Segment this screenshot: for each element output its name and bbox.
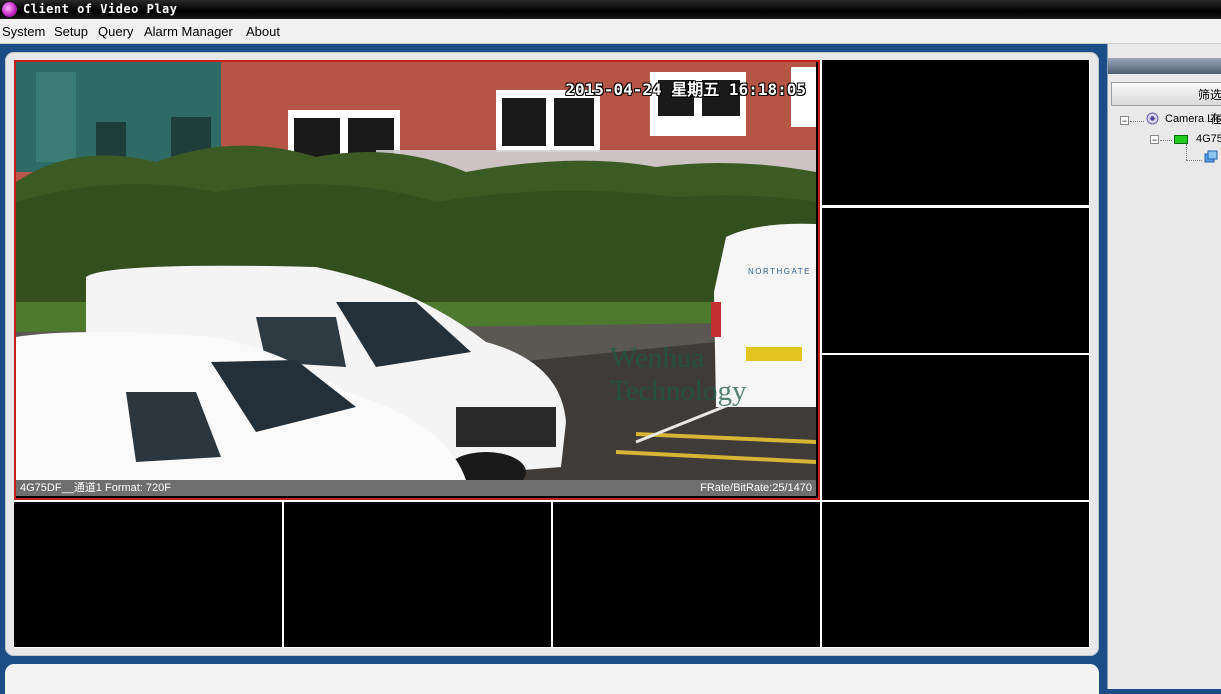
video-cell-7[interactable] — [553, 502, 820, 647]
window-title: Client of Video Play — [23, 2, 178, 16]
camera-scene: NORTHGATE — [16, 62, 816, 480]
bottom-panel — [5, 664, 1099, 694]
device-sidebar: 筛选在 − Camera List − 4G75 — [1107, 44, 1221, 689]
video-cell-3[interactable] — [822, 208, 1089, 353]
device-online-icon — [1174, 135, 1188, 144]
menu-bar: System Setup Query Alarm Manager About — [0, 19, 1221, 44]
camera-feed[interactable]: NORTHGATE 2015-04-24 星期五 16:18:05 Wenhua… — [16, 62, 816, 480]
tree-connector — [1186, 144, 1187, 160]
title-bar: Client of Video Play — [0, 0, 1221, 19]
menu-about[interactable]: About — [246, 24, 280, 39]
menu-system[interactable]: System — [2, 24, 45, 39]
camera-list-icon — [1146, 112, 1159, 125]
tree-collapse-root[interactable]: − — [1120, 116, 1129, 126]
video-cell-6[interactable] — [284, 502, 551, 647]
tree-collapse-device[interactable]: − — [1150, 135, 1159, 145]
filter-button[interactable]: 筛选在 — [1111, 82, 1221, 126]
video-cell-5[interactable] — [14, 502, 282, 647]
sidebar-header — [1108, 58, 1221, 74]
video-cell-4[interactable] — [822, 355, 1089, 500]
tree-connector — [1130, 121, 1144, 122]
menu-setup[interactable]: Setup — [54, 24, 88, 39]
video-grid: NORTHGATE 2015-04-24 星期五 16:18:05 Wenhua… — [14, 60, 1090, 648]
video-cell-8[interactable] — [822, 502, 1089, 647]
channel-icon[interactable] — [1204, 150, 1218, 164]
osd-timestamp: 2015-04-24 星期五 16:18:05 — [565, 80, 806, 99]
tree-connector — [1186, 160, 1202, 161]
app-icon — [2, 2, 17, 17]
tree-connector — [1160, 140, 1172, 141]
video-status-bar: 4G75DF__通道1 Format: 720F FRate/BitRate:2… — [16, 480, 816, 496]
watermark-text: Wenhua Technology — [610, 342, 747, 407]
svg-text:NORTHGATE: NORTHGATE — [748, 267, 811, 276]
video-cell-2[interactable] — [822, 60, 1089, 205]
tree-root-label[interactable]: Camera List — [1165, 113, 1221, 125]
menu-alarm-manager[interactable]: Alarm Manager — [144, 24, 233, 39]
tree-device-label[interactable]: 4G75 — [1196, 133, 1221, 145]
menu-query[interactable]: Query — [98, 24, 133, 39]
video-cell-main[interactable]: NORTHGATE 2015-04-24 星期五 16:18:05 Wenhua… — [14, 60, 820, 500]
channel-info: 4G75DF__通道1 Format: 720F — [20, 482, 172, 494]
rate-info: FRate/BitRate:25/1470 — [700, 482, 812, 494]
